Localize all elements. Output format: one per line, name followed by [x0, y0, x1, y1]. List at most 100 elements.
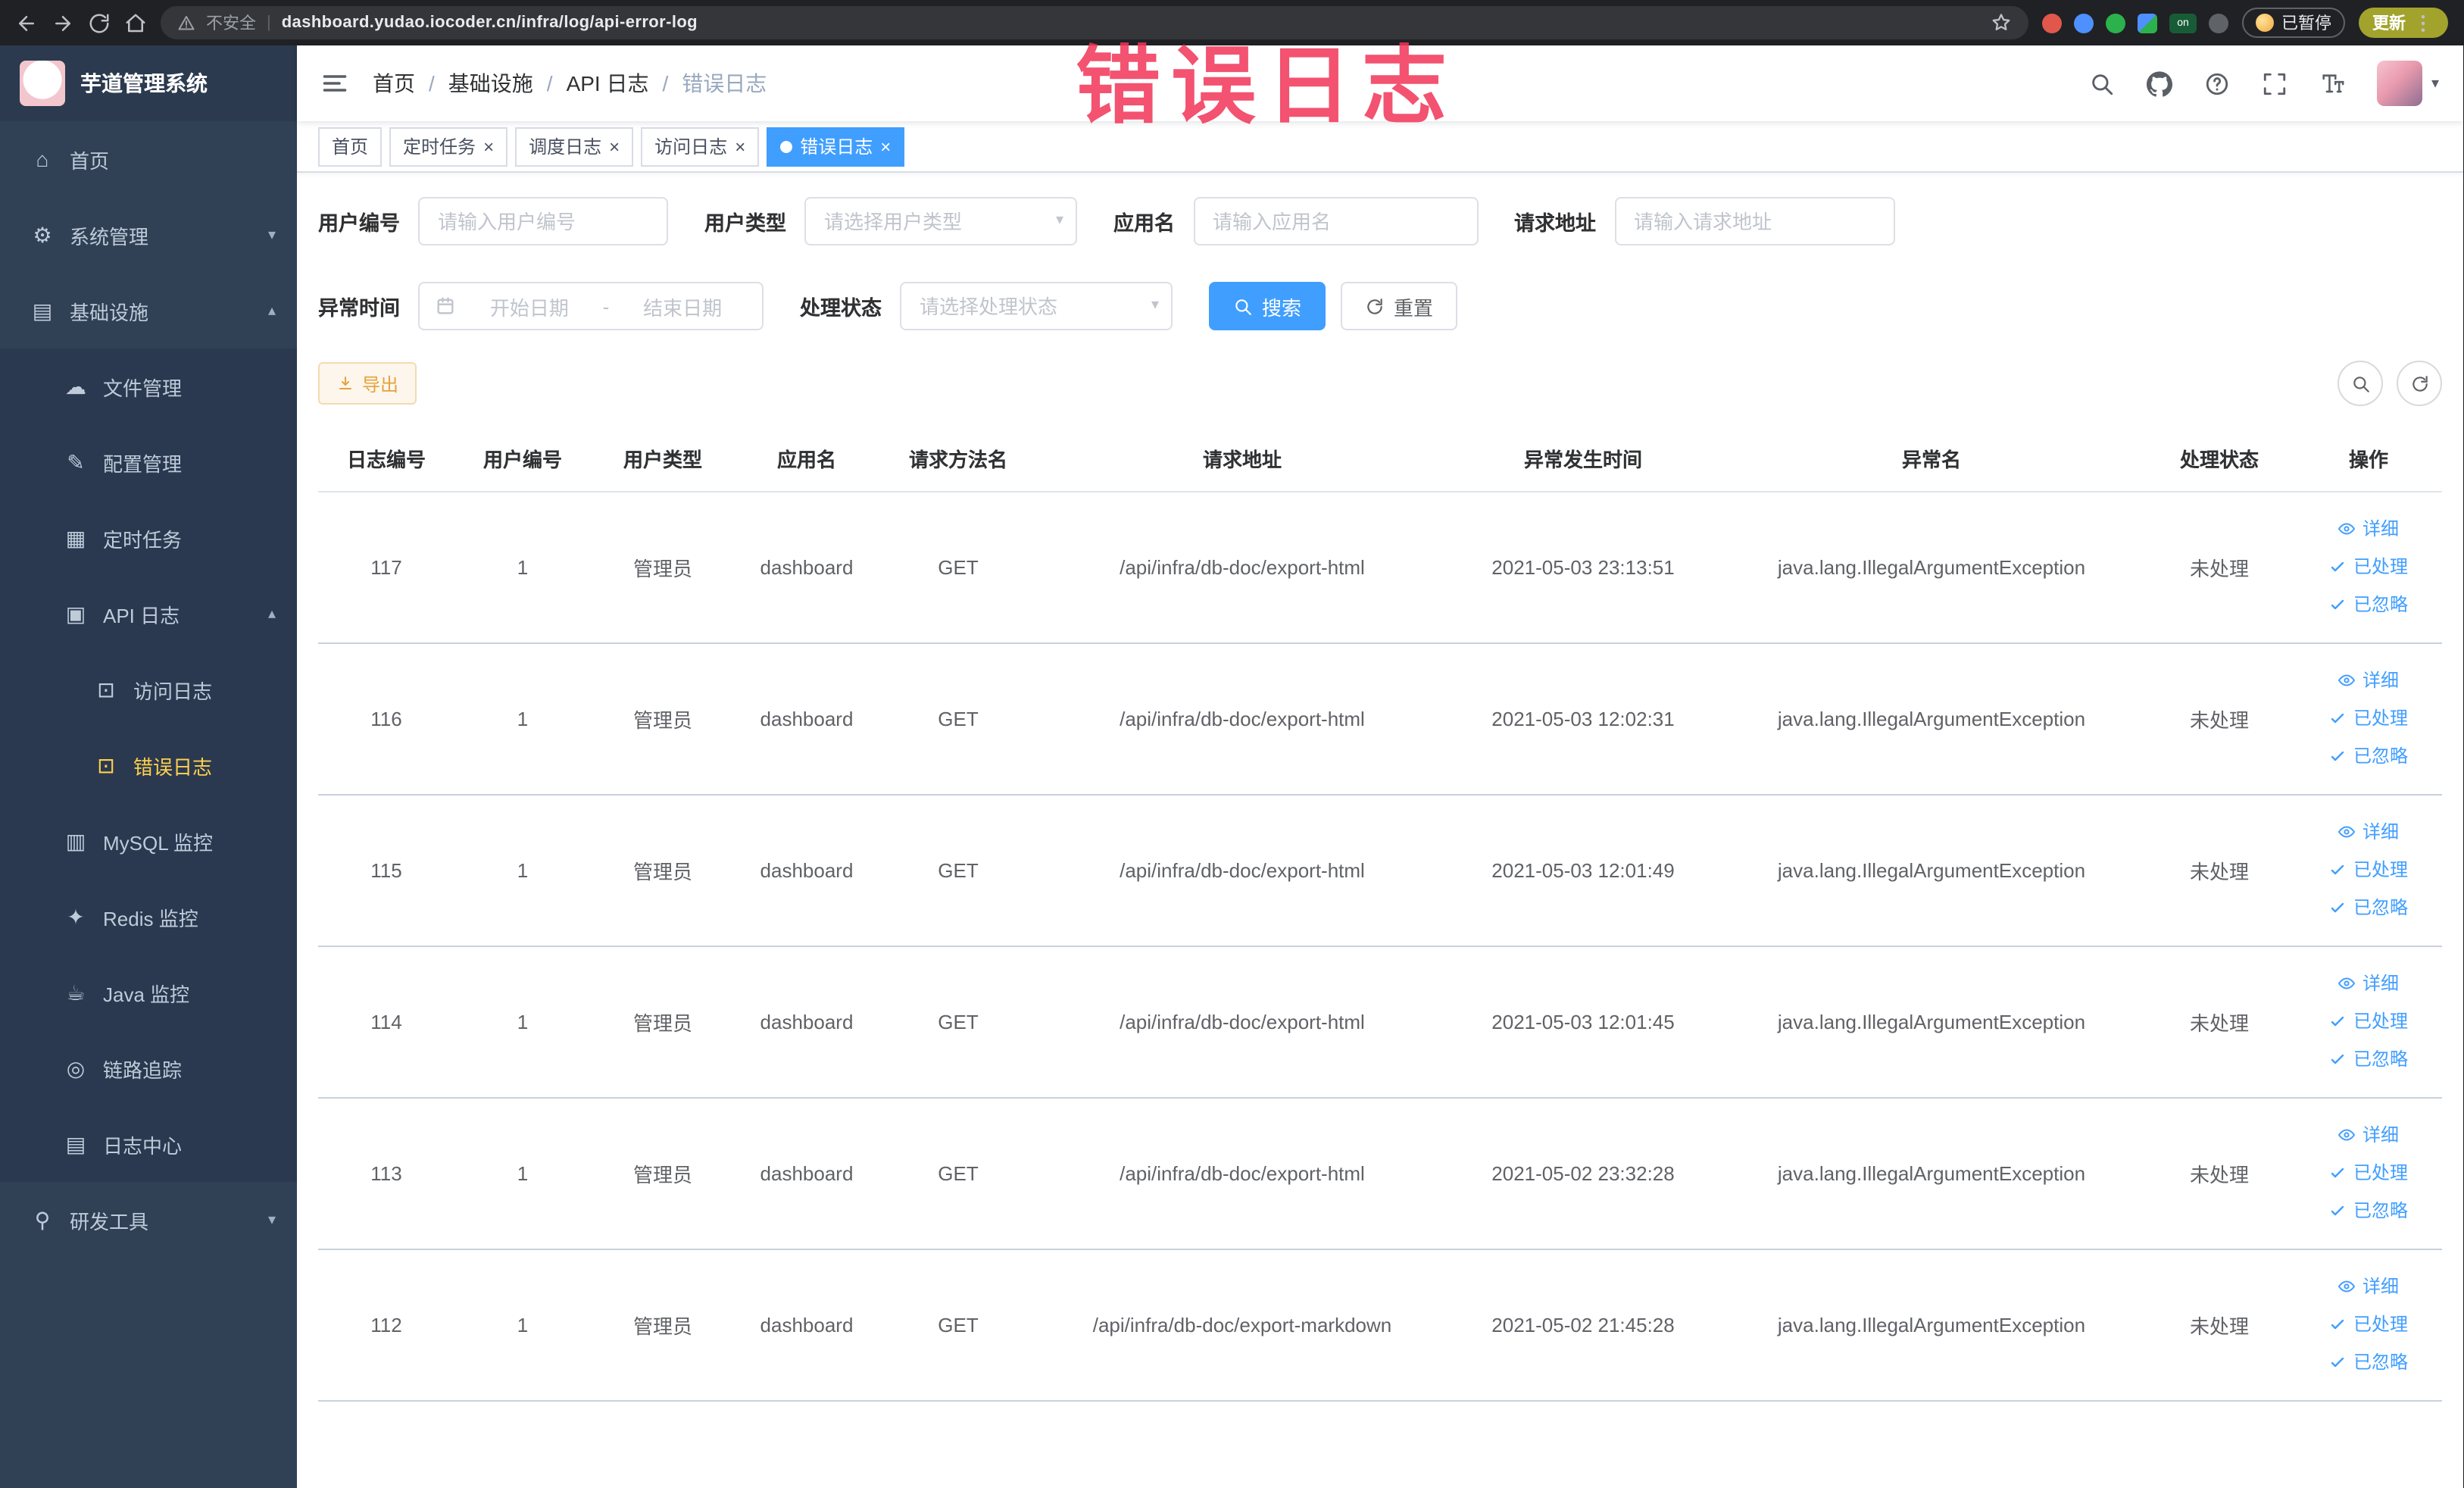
- close-tab-icon[interactable]: ×: [735, 137, 745, 155]
- browser-home-icon[interactable]: [124, 11, 147, 34]
- extension-icon[interactable]: [2209, 13, 2228, 33]
- eye-icon: [2338, 520, 2356, 538]
- sidebar-item-error-log[interactable]: ⊡ 错误日志: [0, 727, 297, 803]
- export-button[interactable]: 导出: [318, 362, 417, 405]
- extension-icon[interactable]: [2042, 13, 2062, 33]
- profile-paused-badge[interactable]: 已暂停: [2242, 8, 2345, 38]
- extension-on-badge[interactable]: on: [2169, 13, 2197, 33]
- breadcrumb-api-log[interactable]: API 日志: [567, 68, 649, 98]
- mark-ignored-link[interactable]: 已忽略: [2301, 586, 2436, 624]
- detail-link[interactable]: 详细: [2301, 510, 2436, 548]
- sidebar-item-access-log[interactable]: ⊡ 访问日志: [0, 652, 297, 727]
- page-url[interactable]: dashboard.yudao.iocoder.cn/infra/log/api…: [282, 14, 698, 32]
- mark-processed-link[interactable]: 已处理: [2301, 548, 2436, 586]
- mark-ignored-link[interactable]: 已忽略: [2301, 1040, 2436, 1078]
- mark-processed-link[interactable]: 已处理: [2301, 851, 2436, 889]
- detail-link[interactable]: 详细: [2301, 1268, 2436, 1305]
- sidebar-item-java-monitor[interactable]: ☕ Java 监控: [0, 955, 297, 1030]
- close-tab-icon[interactable]: ×: [609, 137, 620, 155]
- filter-label: 异常时间: [318, 297, 400, 320]
- font-size-icon[interactable]: [2319, 70, 2345, 96]
- sidebar-item-mysql-monitor[interactable]: ▥ MySQL 监控: [0, 803, 297, 879]
- mark-ignored-link[interactable]: 已忽略: [2301, 737, 2436, 775]
- browser-forward-icon[interactable]: [52, 11, 74, 34]
- reset-button[interactable]: 重置: [1341, 282, 1458, 330]
- breadcrumb-home[interactable]: 首页: [373, 68, 415, 98]
- tab-home[interactable]: 首页: [318, 127, 383, 166]
- fullscreen-icon[interactable]: [2262, 70, 2288, 96]
- close-tab-icon[interactable]: ×: [483, 137, 494, 155]
- app-logo[interactable]: 芋道管理系统: [0, 45, 297, 121]
- cell-status: 未处理: [2144, 1097, 2295, 1249]
- profile-avatar-icon: [2256, 14, 2274, 32]
- app-name-input[interactable]: [1193, 197, 1478, 245]
- sidebar-item-config-mgmt[interactable]: ✎ 配置管理: [0, 424, 297, 500]
- user-menu[interactable]: ▾: [2376, 61, 2439, 106]
- not-secure-label[interactable]: 不安全: [206, 11, 256, 35]
- cell-method: GET: [879, 946, 1038, 1098]
- detail-link[interactable]: 详细: [2301, 661, 2436, 699]
- sidebar-item-home[interactable]: ⌂ 首页: [0, 121, 297, 197]
- cell-request-url: /api/infra/db-doc/export-html: [1038, 1097, 1447, 1249]
- mark-processed-link[interactable]: 已处理: [2301, 699, 2436, 737]
- hamburger-icon[interactable]: [321, 70, 348, 97]
- button-label: 重置: [1394, 296, 1434, 319]
- browser-back-icon[interactable]: [15, 11, 38, 34]
- extension-icon[interactable]: [2106, 13, 2125, 33]
- browser-reload-icon[interactable]: [88, 11, 111, 34]
- chevron-up-icon: ▴: [267, 302, 276, 319]
- address-bar[interactable]: 不安全 | dashboard.yudao.iocoder.cn/infra/l…: [161, 6, 2028, 39]
- tab-scheduled-jobs[interactable]: 定时任务 ×: [389, 127, 508, 166]
- sidebar-item-api-log[interactable]: ▣ API 日志 ▴: [0, 576, 297, 652]
- tab-dispatch-log[interactable]: 调度日志 ×: [515, 127, 634, 166]
- mark-processed-link[interactable]: 已处理: [2301, 1154, 2436, 1192]
- cell-user-type: 管理员: [591, 946, 735, 1098]
- mark-ignored-link[interactable]: 已忽略: [2301, 1343, 2436, 1381]
- sidebar-item-log-center[interactable]: ▤ 日志中心: [0, 1106, 297, 1182]
- action-label: 已处理: [2353, 858, 2408, 880]
- github-icon[interactable]: [2147, 70, 2172, 96]
- mark-ignored-link[interactable]: 已忽略: [2301, 889, 2436, 927]
- user-type-select[interactable]: [804, 197, 1077, 245]
- sidebar-item-infrastructure[interactable]: ▤ 基础设施 ▴: [0, 273, 297, 349]
- eye-icon: [2338, 1277, 2356, 1296]
- sidebar-item-file-mgmt[interactable]: ☁ 文件管理: [0, 349, 297, 424]
- mark-ignored-link[interactable]: 已忽略: [2301, 1192, 2436, 1230]
- help-icon[interactable]: [2204, 70, 2230, 96]
- sidebar-item-dev-tools[interactable]: ⚲ 研发工具 ▾: [0, 1182, 297, 1258]
- cell-user-type: 管理员: [591, 794, 735, 946]
- detail-link[interactable]: 详细: [2301, 813, 2436, 851]
- tab-error-log[interactable]: 错误日志 ×: [767, 127, 905, 166]
- date-range-picker[interactable]: 开始日期 - 结束日期: [418, 282, 764, 330]
- user-id-input[interactable]: [418, 197, 668, 245]
- refresh-button[interactable]: [2397, 361, 2442, 406]
- end-date-placeholder: 结束日期: [643, 296, 723, 319]
- bookmark-star-icon[interactable]: [1991, 12, 2012, 33]
- sidebar-item-scheduled-jobs[interactable]: ▦ 定时任务: [0, 500, 297, 576]
- extension-icon[interactable]: [2074, 13, 2094, 33]
- browser-update-button[interactable]: 更新: [2359, 8, 2448, 38]
- detail-link[interactable]: 详细: [2301, 964, 2436, 1002]
- sidebar-item-trace[interactable]: ◎ 链路追踪: [0, 1030, 297, 1106]
- extension-icon[interactable]: [2138, 13, 2157, 33]
- sidebar-item-system-mgmt[interactable]: ⚙ 系统管理 ▾: [0, 197, 297, 273]
- check-icon: [2329, 861, 2347, 879]
- check-icon: [2329, 1050, 2347, 1068]
- detail-link[interactable]: 详细: [2301, 1116, 2436, 1154]
- check-icon: [2329, 1164, 2347, 1182]
- tab-access-log[interactable]: 访问日志 ×: [641, 127, 760, 166]
- close-tab-icon[interactable]: ×: [880, 137, 891, 155]
- search-button[interactable]: 搜索: [1209, 282, 1326, 330]
- breadcrumb-infrastructure[interactable]: 基础设施: [448, 68, 533, 98]
- toggle-search-button[interactable]: [2338, 361, 2383, 406]
- action-label: 已处理: [2353, 1010, 2408, 1031]
- process-status-select[interactable]: [900, 282, 1173, 330]
- mark-processed-link[interactable]: 已处理: [2301, 1305, 2436, 1343]
- request-url-input[interactable]: [1614, 197, 1894, 245]
- sidebar-item-redis-monitor[interactable]: ✦ Redis 监控: [0, 879, 297, 955]
- main-area: 首页 / 基础设施 / API 日志 / 错误日志 ▾ 首页 定时任务 × 调度…: [297, 45, 2463, 1488]
- browser-toolbar: 不安全 | dashboard.yudao.iocoder.cn/infra/l…: [0, 0, 2463, 45]
- menu-label: 定时任务: [103, 528, 183, 551]
- mark-processed-link[interactable]: 已处理: [2301, 1002, 2436, 1040]
- search-icon[interactable]: [2089, 70, 2115, 96]
